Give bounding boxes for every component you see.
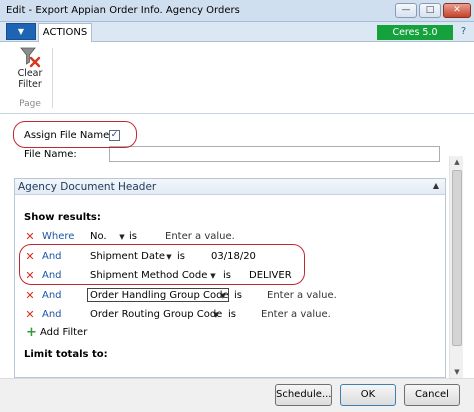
remove-filter-icon[interactable]: ✕	[25, 231, 35, 242]
clear-filter-label-line1: Clear	[17, 68, 43, 79]
filter-operator: is	[223, 270, 231, 281]
scroll-down-icon[interactable]: ▼	[451, 366, 463, 378]
filter-value[interactable]: DELIVER	[249, 270, 292, 281]
help-icon[interactable]: ?	[457, 25, 470, 39]
field-dropdown-icon[interactable]: ▼	[212, 311, 220, 319]
filter-connector[interactable]: And	[42, 270, 62, 281]
fasttab-header[interactable]: Agency Document Header ▲	[15, 179, 445, 195]
filter-operator: is	[177, 251, 185, 262]
ribbon-tab-bar: ▼ ACTIONS Ceres 5.0 Testing ?	[0, 22, 474, 53]
vertical-scrollbar[interactable]: ▲ ▼	[449, 156, 463, 378]
add-filter-link[interactable]: Add Filter	[40, 327, 87, 338]
minimize-button[interactable]: —	[395, 3, 417, 18]
filter-operator: is	[129, 231, 137, 242]
field-dropdown-icon[interactable]: ▼	[165, 253, 173, 261]
filter-connector[interactable]: And	[42, 251, 62, 262]
clear-filter-button[interactable]: Clear Filter	[10, 46, 50, 100]
fasttab-title: Agency Document Header	[18, 181, 157, 193]
filter-connector[interactable]: And	[42, 309, 62, 320]
cancel-button[interactable]: Cancel	[404, 384, 460, 406]
window-titlebar: Edit - Export Appian Order Info. Agency …	[0, 0, 474, 22]
filter-field[interactable]: Shipment Method Code	[90, 270, 207, 281]
schedule-button[interactable]: Schedule...	[275, 384, 332, 406]
filter-field[interactable]: Order Routing Group Code	[90, 309, 222, 320]
clear-filter-icon	[19, 46, 41, 68]
remove-filter-icon[interactable]: ✕	[25, 290, 35, 301]
dialog-footer: Schedule... OK Cancel	[0, 378, 474, 412]
show-results-label: Show results:	[24, 212, 101, 223]
filter-operator: is	[234, 290, 242, 301]
remove-filter-icon[interactable]: ✕	[25, 309, 35, 320]
file-name-input[interactable]	[109, 146, 440, 162]
filter-field[interactable]: No.	[90, 231, 107, 242]
limit-totals-label: Limit totals to:	[24, 349, 108, 360]
filter-value[interactable]: 03/18/20	[211, 251, 256, 262]
filter-value[interactable]: Enter a value.	[267, 290, 337, 301]
filter-field[interactable]: Order Handling Group Code	[90, 290, 229, 301]
add-filter-icon[interactable]: +	[26, 326, 37, 339]
remove-filter-icon[interactable]: ✕	[25, 251, 35, 262]
scroll-up-icon[interactable]: ▲	[451, 156, 463, 168]
assign-file-name-checkbox[interactable]: ✓	[109, 130, 120, 141]
remove-filter-icon[interactable]: ✕	[25, 270, 35, 281]
file-name-label: File Name:	[24, 149, 77, 160]
filter-operator: is	[228, 309, 236, 320]
ribbon: Clear Filter Page	[0, 42, 474, 114]
clear-filter-label-line2: Filter	[18, 79, 42, 90]
window-title: Edit - Export Appian Order Info. Agency …	[6, 5, 240, 16]
close-button[interactable]: ✕	[443, 3, 471, 18]
field-dropdown-icon[interactable]: ▼	[219, 292, 227, 300]
field-dropdown-icon[interactable]: ▼	[118, 233, 126, 241]
filter-field[interactable]: Shipment Date	[90, 251, 165, 262]
collapse-icon[interactable]: ▲	[430, 180, 442, 192]
field-dropdown-icon[interactable]: ▼	[209, 272, 217, 280]
maximize-button[interactable]: □	[419, 3, 441, 18]
environment-badge: Ceres 5.0 Testing	[377, 25, 453, 53]
file-menu-button[interactable]: ▼	[6, 23, 36, 40]
ok-button[interactable]: OK	[340, 384, 396, 406]
assign-file-name-label: Assign File Name:	[24, 130, 113, 141]
ribbon-divider	[52, 48, 53, 108]
filter-value[interactable]: Enter a value.	[261, 309, 331, 320]
ribbon-group-label: Page	[19, 99, 41, 109]
filter-connector[interactable]: Where	[42, 231, 74, 242]
filter-connector[interactable]: And	[42, 290, 62, 301]
tab-actions[interactable]: ACTIONS	[38, 23, 92, 42]
scroll-thumb[interactable]	[452, 170, 462, 346]
filter-value[interactable]: Enter a value.	[165, 231, 235, 242]
